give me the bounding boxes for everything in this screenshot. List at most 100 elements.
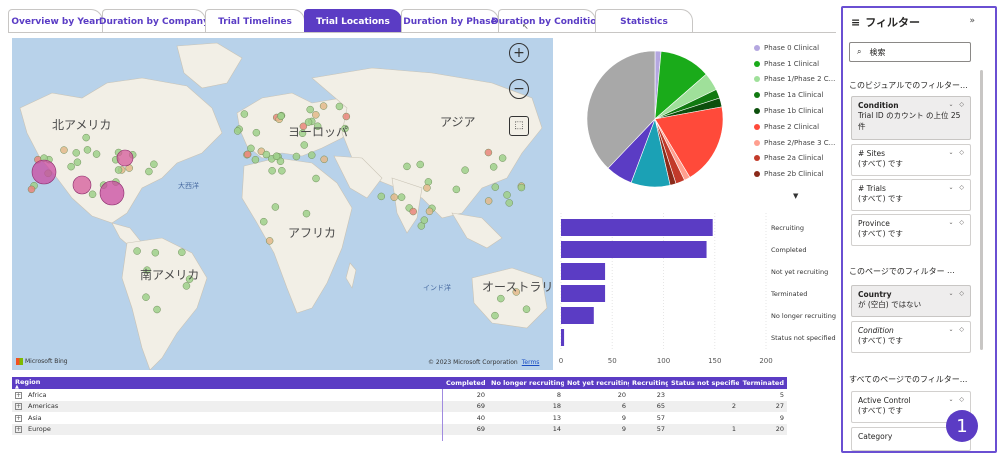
legend-item[interactable]: Phase 1b Clinical <box>754 103 844 119</box>
location-bubble[interactable] <box>82 133 90 142</box>
expand-row-icon[interactable]: + <box>15 403 22 411</box>
page-filters-more-icon[interactable]: ... <box>947 266 955 275</box>
location-bubble[interactable] <box>114 166 123 174</box>
location-bubble[interactable] <box>272 152 281 160</box>
location-bubble-large[interactable] <box>116 149 134 167</box>
location-bubble[interactable] <box>240 110 249 118</box>
location-bubble[interactable] <box>320 155 328 164</box>
filter-card-condition-visual[interactable]: Condition Trial ID のカウント の上位 25 件 ⌄ ◇ <box>851 96 971 140</box>
zoom-out-button[interactable]: − <box>509 79 529 99</box>
select-region-icon[interactable]: ⬚ <box>509 116 529 136</box>
filter-card-sites[interactable]: # Sites (すべて) です ⌄ ◇ <box>851 144 971 176</box>
tab-duration-by-phase[interactable]: Duration by Phase <box>401 9 499 33</box>
header-completed[interactable]: Completed <box>443 377 488 389</box>
location-bubble[interactable] <box>308 151 316 159</box>
location-bubble[interactable] <box>423 184 431 192</box>
table-row[interactable]: + Africa 20 8 20 23 5 <box>12 389 787 401</box>
location-bubble[interactable] <box>278 167 286 175</box>
tab-duration-by-condition[interactable]: Duration by Condition <box>491 9 603 33</box>
legend-item[interactable]: Phase 1 Clinical <box>754 56 844 72</box>
tab-overview-by-year[interactable]: Overview by Year <box>8 9 103 33</box>
location-bubble[interactable] <box>73 158 82 166</box>
trial-locations-map[interactable]: 北アメリカ ヨーロッパ アジア 大西洋 アフリカ 南アメリカ インド洋 オースト… <box>12 38 553 370</box>
location-bubble[interactable] <box>292 152 301 161</box>
location-bubble[interactable] <box>27 185 36 194</box>
location-bubble[interactable] <box>306 105 314 114</box>
location-bubble-large[interactable] <box>31 159 57 185</box>
collapse-pane-icon[interactable]: » <box>969 16 975 26</box>
location-bubble[interactable] <box>88 190 97 199</box>
location-bubble[interactable] <box>142 293 150 301</box>
filter-card-controls-icon[interactable]: ⌄ ◇ <box>948 219 966 226</box>
location-bubble[interactable] <box>390 193 399 202</box>
location-bubble[interactable] <box>302 209 311 218</box>
location-bubble[interactable] <box>409 207 417 216</box>
location-bubble[interactable] <box>145 167 153 176</box>
location-bubble[interactable] <box>312 174 320 183</box>
legend-item[interactable]: Phase 2/Phase 3 C... <box>754 135 844 151</box>
location-bubble[interactable] <box>522 305 531 313</box>
location-bubble[interactable] <box>251 155 260 164</box>
tab-trial-timelines[interactable]: Trial Timelines <box>205 9 305 33</box>
location-bubble[interactable] <box>265 237 274 245</box>
location-bubble[interactable] <box>517 183 526 192</box>
legend-item[interactable]: Phase 0 Clinical <box>754 40 844 56</box>
location-bubble[interactable] <box>268 166 276 175</box>
status-bar[interactable] <box>561 219 713 236</box>
table-row[interactable]: + Asia 40 13 9 57 9 <box>12 412 787 424</box>
location-bubble[interactable] <box>243 150 252 159</box>
legend-scroll-down-icon[interactable]: ▼ <box>793 192 798 200</box>
location-bubble[interactable] <box>420 216 429 224</box>
location-bubble[interactable] <box>342 112 351 121</box>
location-bubble-large[interactable] <box>99 180 125 206</box>
location-bubble[interactable] <box>505 199 513 207</box>
location-bubble[interactable] <box>178 248 186 257</box>
legend-item[interactable]: Phase 2a Clinical <box>754 151 844 167</box>
location-bubble[interactable] <box>72 149 80 157</box>
status-bar[interactable] <box>561 263 606 280</box>
header-region[interactable]: Region ▲ <box>12 377 443 389</box>
filter-card-controls-icon[interactable]: ⌄ ◇ <box>948 101 966 108</box>
tab-statistics[interactable]: Statistics <box>595 9 693 33</box>
filter-card-province[interactable]: Province (すべて) です ⌄ ◇ <box>851 214 971 246</box>
location-bubble[interactable] <box>252 128 261 137</box>
legend-item[interactable]: Phase 1a Clinical <box>754 87 844 103</box>
filter-search-input[interactable]: ⌕ 検索 <box>849 42 971 62</box>
location-bubble[interactable] <box>312 111 320 119</box>
filter-card-trials[interactable]: # Trials (すべて) です ⌄ ◇ <box>851 179 971 211</box>
header-recruiting[interactable]: Recruiting <box>629 377 668 389</box>
table-row[interactable]: + Americas 69 18 6 65 2 27 <box>12 400 787 412</box>
legend-item[interactable]: Phase 1/Phase 2 C... <box>754 72 844 88</box>
header-status-not-specified[interactable]: Status not specified <box>668 377 739 389</box>
location-bubble[interactable] <box>271 203 280 211</box>
location-bubble[interactable] <box>319 102 328 110</box>
location-bubble[interactable] <box>397 193 406 201</box>
status-bar[interactable] <box>561 307 594 324</box>
location-bubble[interactable] <box>377 192 386 201</box>
terms-link[interactable]: Terms <box>522 359 540 366</box>
location-bubble[interactable] <box>484 148 493 157</box>
location-bubble[interactable] <box>497 294 505 303</box>
location-bubble[interactable] <box>491 311 499 320</box>
location-bubble-large[interactable] <box>72 175 92 195</box>
location-bubble[interactable] <box>335 102 344 111</box>
location-bubble[interactable] <box>150 160 158 168</box>
location-bubble[interactable] <box>83 146 92 154</box>
legend-item[interactable]: Phase 2b Clinical <box>754 166 844 182</box>
filter-card-controls-icon[interactable]: ⌄ ◇ <box>948 326 966 333</box>
location-bubble[interactable] <box>425 207 434 216</box>
location-bubble[interactable] <box>484 197 493 205</box>
expand-row-icon[interactable]: + <box>15 391 22 399</box>
location-bubble[interactable] <box>503 191 511 199</box>
location-bubble[interactable] <box>416 160 424 169</box>
location-bubble[interactable] <box>92 150 101 158</box>
header-no-longer-recruiting[interactable]: No longer recruiting <box>488 377 564 389</box>
location-bubble[interactable] <box>491 183 500 191</box>
status-bar[interactable] <box>561 241 707 258</box>
zoom-in-button[interactable]: + <box>509 43 529 63</box>
location-bubble[interactable] <box>461 166 469 174</box>
location-bubble[interactable] <box>489 163 498 171</box>
location-bubble[interactable] <box>259 217 268 226</box>
expand-row-icon[interactable]: + <box>15 426 22 434</box>
tab-duration-by-company[interactable]: Duration by Company <box>99 9 209 33</box>
